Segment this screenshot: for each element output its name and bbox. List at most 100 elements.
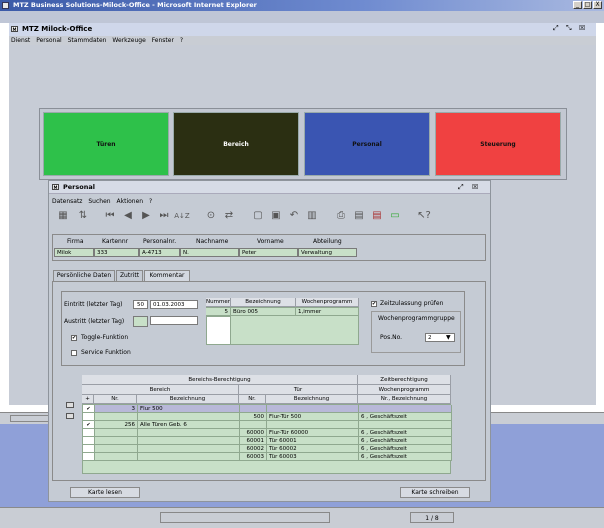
app-maximize-icon[interactable]: ⤡ [566, 24, 576, 34]
table-row[interactable]: 60000 Flur-Tür 60000 6 , Geschäftszeit [83, 429, 452, 437]
menu-help[interactable]: ? [180, 37, 183, 44]
new-document-icon[interactable]: ▢ [249, 208, 267, 224]
close-button[interactable]: X [593, 1, 602, 9]
col-bereich-nr[interactable]: Nr. [94, 395, 137, 404]
display-icon[interactable]: ▭ [386, 208, 404, 224]
add-row-icon[interactable] [66, 402, 74, 408]
page-icon[interactable]: ▤ [350, 208, 368, 224]
table-row[interactable]: 500 Flur-Tür 500 6 , Geschäftszeit [83, 413, 452, 421]
personal-close-icon[interactable]: ☒ [472, 183, 481, 192]
sort-icon[interactable]: ⇅ [74, 208, 92, 224]
row-wochenprogramm[interactable]: 6 , Geschäftszeit [359, 437, 452, 445]
row-bereich-bez[interactable] [138, 429, 240, 437]
new-record-icon[interactable]: ▦ [54, 208, 72, 224]
austritt-date-field[interactable] [150, 316, 198, 325]
row-checkbox[interactable]: ✔ [83, 421, 95, 429]
table-row[interactable]: 60003 Tür 60003 6 , Geschäftszeit [83, 453, 452, 461]
row-tuer-bez[interactable]: Tür 60001 [267, 437, 359, 445]
col-wochenprogramm[interactable]: Nr., Bezeichnung [358, 395, 451, 404]
print-icon[interactable]: ⎙ [332, 208, 350, 224]
tile-tueren[interactable]: Türen [43, 112, 169, 176]
row-tuer-nr[interactable] [240, 421, 267, 429]
row-bereich-bez[interactable] [138, 445, 240, 453]
row-tuer-nr[interactable]: 60000 [240, 429, 267, 437]
row-tuer-bez[interactable]: Tür 60003 [267, 453, 359, 461]
row-tuer-nr[interactable]: 60003 [240, 453, 267, 461]
col-tuer-nr[interactable]: Nr. [239, 395, 266, 404]
row-bereich-nr[interactable]: 256 [95, 421, 138, 429]
app-minimize-icon[interactable]: ⤢ [553, 24, 563, 34]
row-bereich-nr[interactable] [95, 437, 138, 445]
row-checkbox[interactable] [83, 437, 95, 445]
kartennr-field[interactable]: 333 [94, 248, 139, 257]
tab-zutritt[interactable]: Zutritt [116, 270, 143, 281]
first-record-icon[interactable]: ⏮ [101, 208, 119, 224]
row-bereich-bez[interactable] [138, 413, 240, 421]
service-checkbox[interactable] [71, 350, 77, 356]
mini-row-woche[interactable]: 1,immer [296, 308, 359, 316]
tile-steuerung[interactable]: Steuerung [435, 112, 561, 176]
minimize-button[interactable]: _ [573, 1, 582, 9]
row-tuer-nr[interactable] [240, 405, 267, 413]
eintritt-date-button[interactable]: 50 [133, 300, 148, 309]
row-checkbox[interactable]: ✔ [83, 405, 95, 413]
personal-restore-icon[interactable]: ⤢ [458, 183, 467, 192]
row-bereich-nr[interactable] [95, 413, 138, 421]
row-tuer-bez[interactable]: Flur-Tür 500 [267, 413, 359, 421]
row-bereich-bez[interactable]: Alle Türen Geb. 6 [138, 421, 240, 429]
row-tuer-bez[interactable]: Tür 60002 [267, 445, 359, 453]
karte-schreiben-button[interactable]: Karte schreiben [400, 487, 470, 498]
menu-aktionen[interactable]: Aktionen [117, 198, 144, 205]
nachname-field[interactable]: N. [180, 248, 239, 257]
row-checkbox[interactable] [83, 413, 95, 421]
col-bereich-bez[interactable]: Bezeichnung [137, 395, 239, 404]
tab-kommentar[interactable]: Kommentar [144, 270, 190, 281]
row-wochenprogramm[interactable]: 6 , Geschäftszeit [359, 445, 452, 453]
menu-dienst[interactable]: Dienst [11, 37, 30, 44]
mini-row-bez[interactable]: Büro 005 [231, 308, 296, 316]
table-row[interactable]: ✔ 3 Flur 500 [83, 405, 452, 413]
row-bereich-bez[interactable] [138, 453, 240, 461]
menu-werkzeuge[interactable]: Werkzeuge [112, 37, 145, 44]
menu-fenster[interactable]: Fenster [152, 37, 174, 44]
last-record-icon[interactable]: ⏭ [155, 208, 173, 224]
mini-row-num[interactable]: 5 [206, 308, 231, 316]
row-wochenprogramm[interactable]: 6 , Geschäftszeit [359, 413, 452, 421]
col-tuer-bez[interactable]: Bezeichnung [266, 395, 358, 404]
row-checkbox[interactable] [83, 453, 95, 461]
tile-personal[interactable]: Personal [304, 112, 430, 176]
row-bereich-nr[interactable] [95, 453, 138, 461]
tab-persoenliche-daten[interactable]: Persönliche Daten [53, 270, 115, 281]
karte-lesen-button[interactable]: Karte lesen [70, 487, 140, 498]
col-plus[interactable]: + [82, 395, 94, 404]
export-icon[interactable]: ▤ [368, 208, 386, 224]
menu-suchen[interactable]: Suchen [88, 198, 110, 205]
toggle-checkbox[interactable]: ✔ [71, 335, 77, 341]
menu-personal-help[interactable]: ? [149, 198, 152, 205]
row-tuer-bez[interactable] [267, 421, 359, 429]
row-wochenprogramm[interactable]: 6 , Geschäftszeit [359, 429, 452, 437]
row-bereich-bez[interactable]: Flur 500 [138, 405, 240, 413]
row-tuer-bez[interactable] [267, 405, 359, 413]
row-bereich-nr[interactable] [95, 429, 138, 437]
row-bereich-nr[interactable] [95, 445, 138, 453]
delete-icon[interactable]: ▥ [303, 208, 321, 224]
search-binoculars-icon[interactable]: ⊙ [202, 208, 220, 224]
restore-button[interactable]: □ [583, 1, 592, 9]
help-pointer-icon[interactable]: ↖? [415, 208, 433, 224]
search-replace-icon[interactable]: ⇄ [220, 208, 238, 224]
sort-az-icon[interactable]: A↓Z [173, 208, 191, 224]
app-close-icon[interactable]: ☒ [579, 24, 589, 34]
personalnr-field[interactable]: A-4713 [139, 248, 180, 257]
zeitzulassung-checkbox[interactable]: ✔ [371, 301, 377, 307]
save-icon[interactable]: ▣ [267, 208, 285, 224]
posno-select[interactable]: 2 ▼ [425, 333, 455, 342]
table-row[interactable]: 60001 Tür 60001 6 , Geschäftszeit [83, 437, 452, 445]
remove-row-icon[interactable] [66, 413, 74, 419]
prev-record-icon[interactable]: ◀ [119, 208, 137, 224]
table-row[interactable]: 60002 Tür 60002 6 , Geschäftszeit [83, 445, 452, 453]
undo-icon[interactable]: ↶ [285, 208, 303, 224]
row-checkbox[interactable] [83, 429, 95, 437]
row-tuer-bez[interactable]: Flur-Tür 60000 [267, 429, 359, 437]
abteilung-field[interactable]: Verwaltung [298, 248, 357, 257]
